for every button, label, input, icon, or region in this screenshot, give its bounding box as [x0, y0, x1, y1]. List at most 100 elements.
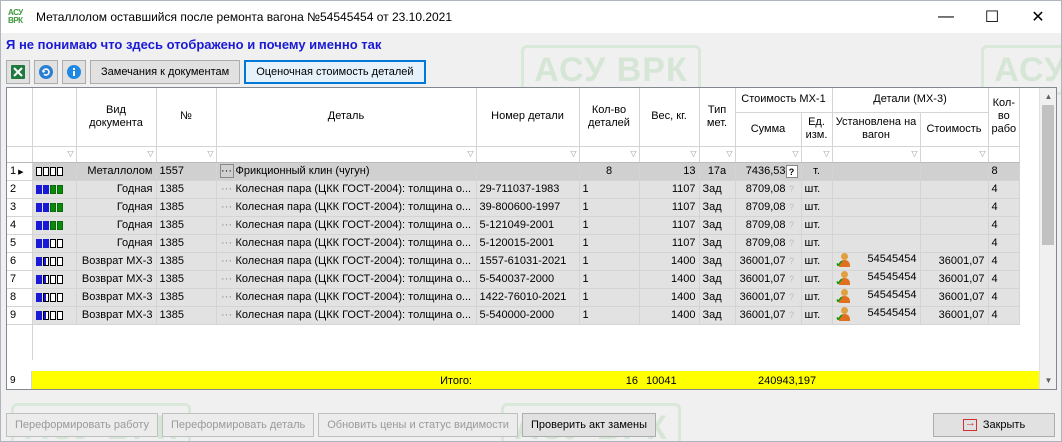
filter-cell[interactable]: ▽ — [156, 146, 217, 163]
number-cell[interactable]: 1385 — [156, 306, 217, 325]
estimate-cost-button[interactable]: Оценочная стоимость деталей — [244, 60, 426, 84]
number-cell[interactable]: 1385 — [156, 216, 217, 235]
unit-cell[interactable]: шт. — [801, 234, 833, 253]
help-question-icon[interactable]: ? — [786, 201, 798, 214]
reform-detail-button[interactable]: Переформировать деталь — [161, 413, 315, 437]
installed-cell[interactable] — [832, 198, 921, 217]
qty-cell[interactable]: 1 — [579, 270, 640, 289]
table-row[interactable]: 6 Возврат МХ-3 1385 ··· Колесная пара (ЦКК Г… — [7, 252, 1021, 271]
unit-cell[interactable]: шт. — [801, 252, 833, 271]
unit-cell[interactable]: шт. — [801, 270, 833, 289]
number-cell[interactable]: 1385 — [156, 234, 217, 253]
row-number-cell[interactable]: 5 — [7, 234, 33, 253]
detail-cell[interactable]: ··· Колесная пара (ЦКК ГОСТ-2004): толщин… — [216, 252, 477, 271]
ellipsis-button-icon[interactable]: ··· — [220, 237, 234, 249]
qty2-cell[interactable]: 4 — [988, 288, 1021, 307]
table-row[interactable]: 1 ▶ Металлолом 1557 ··· Фрикционный клин (чу… — [7, 162, 1021, 181]
detail-cell[interactable]: ··· Фрикционный клин (чугун) — [216, 162, 477, 181]
vertical-scrollbar[interactable]: ▲ ▼ — [1039, 88, 1056, 389]
qty2-cell[interactable]: 4 — [988, 252, 1021, 271]
qty2-cell[interactable]: 4 — [988, 270, 1021, 289]
row-number-cell[interactable]: 8 — [7, 288, 33, 307]
detail-cell[interactable]: ··· Колесная пара (ЦКК ГОСТ-2004): толщин… — [216, 234, 477, 253]
help-question-icon[interactable]: ? — [785, 164, 798, 178]
status-cell[interactable] — [32, 252, 77, 271]
doc-type-cell[interactable]: Годная — [76, 234, 157, 253]
ellipsis-button-icon[interactable]: ··· — [220, 219, 234, 231]
status-cell[interactable] — [32, 270, 77, 289]
doc-type-cell[interactable]: Металлолом — [76, 162, 157, 181]
doc-type-cell[interactable]: Годная — [76, 180, 157, 199]
row-number-cell[interactable]: 6 — [7, 252, 33, 271]
qty2-cell[interactable]: 4 — [988, 180, 1021, 199]
cost-cell[interactable] — [920, 216, 989, 235]
number-cell[interactable]: 1385 — [156, 252, 217, 271]
filter-cell[interactable]: ▽ — [76, 146, 157, 163]
metal-type-cell[interactable]: 17а — [699, 162, 736, 181]
scroll-down-arrow-icon[interactable]: ▼ — [1040, 372, 1056, 389]
filter-cell[interactable]: ▽ — [699, 146, 736, 163]
filter-cell[interactable]: ▽ — [476, 146, 580, 163]
help-question-icon[interactable]: ? — [786, 255, 798, 268]
filter-cell[interactable]: ▽ — [32, 146, 77, 163]
installed-cell[interactable] — [832, 234, 921, 253]
qty2-cell[interactable]: 4 — [988, 216, 1021, 235]
table-row[interactable]: 3 Годная 1385 ··· Колесная пара (ЦКК ГОСТ-20… — [7, 198, 1021, 217]
ellipsis-button-icon[interactable]: ··· — [220, 291, 234, 303]
row-number-cell[interactable]: 2 — [7, 180, 33, 199]
weight-cell[interactable]: 1107 — [639, 180, 700, 199]
qty-cell[interactable]: 1 — [579, 180, 640, 199]
row-number-cell[interactable]: 7 — [7, 270, 33, 289]
cost-cell[interactable]: 36001,07 — [920, 252, 989, 271]
update-prices-button[interactable]: Обновить цены и статус видимости — [318, 413, 518, 437]
qty-cell[interactable]: 8 — [579, 162, 640, 181]
doc-type-cell[interactable]: Годная — [76, 216, 157, 235]
ellipsis-button-icon[interactable]: ··· — [220, 255, 234, 267]
filter-cell[interactable]: ▽ — [639, 146, 700, 163]
weight-cell[interactable]: 1400 — [639, 306, 700, 325]
metal-type-cell[interactable]: Зад — [699, 270, 736, 289]
detail-cell[interactable]: ··· Колесная пара (ЦКК ГОСТ-2004): толщин… — [216, 216, 477, 235]
ellipsis-button-icon[interactable]: ··· — [220, 273, 234, 285]
sum-cell[interactable]: ? 36001,07 — [735, 288, 802, 307]
sum-cell[interactable]: ? 36001,07 — [735, 270, 802, 289]
detail-number-cell[interactable]: 29-711037-1983 — [476, 180, 580, 199]
export-excel-button[interactable] — [6, 60, 30, 84]
installed-cell[interactable] — [832, 216, 921, 235]
detail-cell[interactable]: ··· Колесная пара (ЦКК ГОСТ-2004): толщин… — [216, 288, 477, 307]
header-weight[interactable]: Вес, кг. — [639, 88, 700, 147]
maximize-button[interactable]: ☐ — [969, 1, 1015, 33]
metal-type-cell[interactable]: Зад — [699, 252, 736, 271]
help-question-icon[interactable]: ? — [786, 273, 798, 286]
detail-number-cell[interactable]: 1557-61031-2021 — [476, 252, 580, 271]
metal-type-cell[interactable]: Зад — [699, 288, 736, 307]
cost-cell[interactable] — [920, 198, 989, 217]
sum-cell[interactable]: ? 8709,08 — [735, 198, 802, 217]
doc-type-cell[interactable]: Возврат МХ-3 — [76, 306, 157, 325]
table-row[interactable]: 9 Возврат МХ-3 1385 ··· Колесная пара (ЦКК Г… — [7, 306, 1021, 325]
header-detail[interactable]: Деталь — [216, 88, 477, 147]
status-cell[interactable] — [32, 216, 77, 235]
weight-cell[interactable]: 1107 — [639, 216, 700, 235]
installed-cell[interactable]: ✔ 54545454 — [832, 252, 921, 271]
detail-number-cell[interactable]: 5-540037-2000 — [476, 270, 580, 289]
cost-cell[interactable]: 36001,07 — [920, 270, 989, 289]
unit-cell[interactable]: шт. — [801, 306, 833, 325]
weight-cell[interactable]: 1107 — [639, 198, 700, 217]
header-unit[interactable]: Ед. изм. — [801, 112, 833, 147]
status-cell[interactable] — [32, 234, 77, 253]
detail-number-cell[interactable]: 5-121049-2001 — [476, 216, 580, 235]
row-number-cell[interactable]: 4 — [7, 216, 33, 235]
help-question-icon[interactable]: ? — [786, 309, 798, 322]
header-detail-number[interactable]: Номер детали — [476, 88, 580, 147]
filter-cell[interactable]: ▽ — [801, 146, 833, 163]
row-number-cell[interactable]: 9 — [7, 306, 33, 325]
status-cell[interactable] — [32, 198, 77, 217]
number-cell[interactable]: 1385 — [156, 198, 217, 217]
filter-cell[interactable]: ▽ — [832, 146, 921, 163]
weight-cell[interactable]: 1400 — [639, 288, 700, 307]
number-cell[interactable]: 1385 — [156, 270, 217, 289]
status-cell[interactable] — [32, 162, 77, 181]
detail-number-cell[interactable]: 39-800600-1997 — [476, 198, 580, 217]
metal-type-cell[interactable]: Зад — [699, 198, 736, 217]
